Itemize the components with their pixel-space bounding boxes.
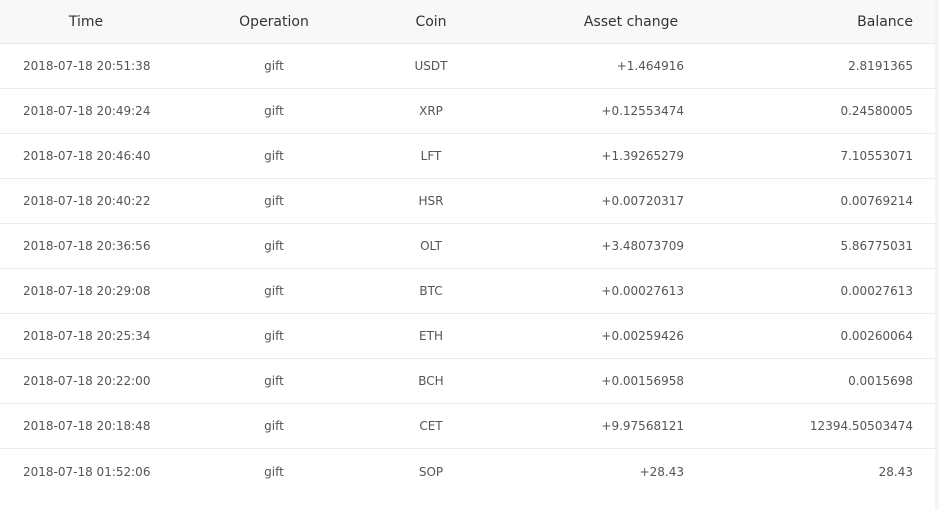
operation-cell: gift — [264, 239, 284, 253]
asset-change-cell: +3.48073709 — [601, 239, 684, 253]
time-cell: 2018-07-18 20:29:08 — [23, 284, 151, 298]
time-cell: 2018-07-18 20:22:00 — [23, 374, 151, 388]
table-row: 2018-07-18 20:51:38 gift USDT +1.464916 … — [0, 44, 935, 89]
operation-cell: gift — [264, 284, 284, 298]
table-header: Time Operation Coin Asset change Balance — [0, 0, 935, 44]
asset-change-cell: +28.43 — [639, 464, 684, 479]
time-cell: 2018-07-18 20:46:40 — [23, 149, 151, 163]
table-row: 2018-07-18 20:40:22 gift HSR +0.00720317… — [0, 179, 935, 224]
balance-cell: 12394.50503474 — [809, 419, 913, 433]
page-edge — [935, 0, 939, 509]
asset-change-cell: +0.00259426 — [601, 329, 684, 343]
time-cell: 2018-07-18 20:36:56 — [23, 239, 151, 253]
column-header-time: Time — [68, 13, 104, 30]
asset-change-cell: +0.00156958 — [601, 374, 684, 388]
asset-change-cell: +0.12553474 — [601, 104, 684, 118]
operation-cell: gift — [264, 329, 284, 343]
asset-history-table: Time Operation Coin Asset change Balance… — [0, 0, 935, 509]
table-row: 2018-07-18 20:29:08 gift BTC +0.00027613… — [0, 269, 935, 314]
balance-cell: 7.10553071 — [840, 149, 913, 163]
column-header-coin: Coin — [415, 13, 447, 30]
balance-cell: 0.00260064 — [840, 329, 913, 343]
balance-cell: 0.00027613 — [840, 284, 913, 298]
table-row: 2018-07-18 20:49:24 gift XRP +0.12553474… — [0, 89, 935, 134]
table-row: 2018-07-18 20:22:00 gift BCH +0.00156958… — [0, 359, 935, 404]
balance-cell: 0.00769214 — [840, 194, 913, 208]
asset-change-cell: +0.00027613 — [601, 284, 684, 298]
column-header-asset-change: Asset change — [583, 13, 679, 30]
operation-cell: gift — [264, 464, 284, 479]
column-header-balance: Balance — [857, 13, 913, 30]
balance-cell: 5.86775031 — [840, 239, 913, 253]
asset-change-cell: +1.464916 — [616, 59, 684, 73]
table-row: 2018-07-18 20:36:56 gift OLT +3.48073709… — [0, 224, 935, 269]
table-row: 2018-07-18 20:18:48 gift CET +9.97568121… — [0, 404, 935, 449]
operation-cell: gift — [264, 419, 284, 433]
balance-cell: 2.8191365 — [848, 59, 913, 73]
operation-cell: gift — [264, 104, 284, 118]
time-cell: 2018-07-18 20:18:48 — [23, 419, 151, 433]
asset-change-cell: +9.97568121 — [601, 419, 684, 433]
operation-cell: gift — [264, 59, 284, 73]
asset-change-cell: +0.00720317 — [601, 194, 684, 208]
time-cell: 2018-07-18 20:49:24 — [23, 104, 151, 118]
balance-cell: 0.24580005 — [840, 104, 913, 118]
balance-cell: 0.0015698 — [848, 374, 913, 388]
time-cell: 2018-07-18 01:52:06 — [23, 464, 151, 479]
operation-cell: gift — [264, 374, 284, 388]
asset-change-cell: +1.39265279 — [601, 149, 684, 163]
table-row: 2018-07-18 20:46:40 gift LFT +1.39265279… — [0, 134, 935, 179]
operation-cell: gift — [264, 194, 284, 208]
table-row: 2018-07-18 20:25:34 gift ETH +0.00259426… — [0, 314, 935, 359]
time-cell: 2018-07-18 20:25:34 — [23, 329, 151, 343]
time-cell: 2018-07-18 20:51:38 — [23, 59, 151, 73]
column-header-operation: Operation — [239, 13, 309, 30]
balance-cell: 28.43 — [878, 464, 913, 479]
operation-cell: gift — [264, 149, 284, 163]
time-cell: 2018-07-18 20:40:22 — [23, 194, 151, 208]
table-row: 2018-07-18 01:52:06 gift SOP +28.43 28.4… — [0, 449, 935, 494]
